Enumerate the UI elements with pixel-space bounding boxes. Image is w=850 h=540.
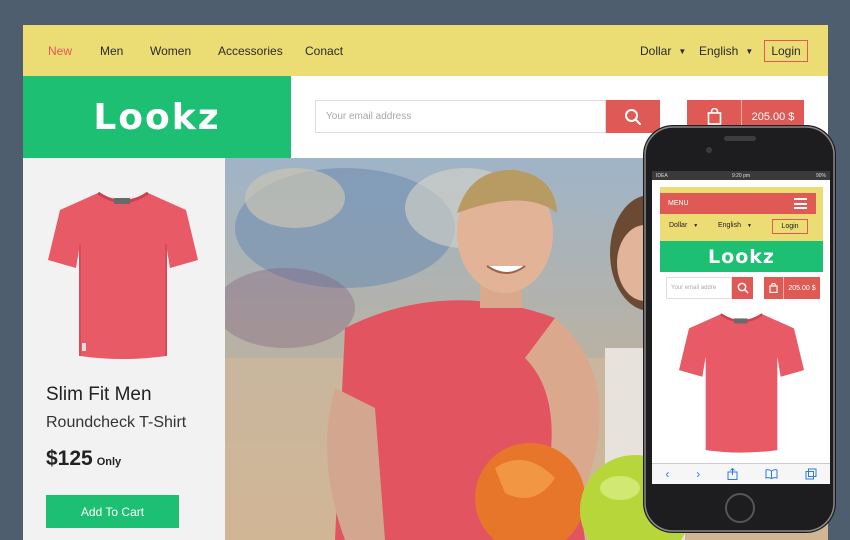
currency-selector[interactable]: Dollar ▼ xyxy=(640,44,686,58)
featured-product-card: Slim Fit Men Roundcheck T-Shirt $125 Only… xyxy=(23,158,225,540)
product-title: Slim Fit Men xyxy=(46,384,152,405)
back-arrow-icon[interactable]: ‹ xyxy=(665,467,669,481)
chevron-down-icon: ▼ xyxy=(746,223,752,229)
mobile-language-selector[interactable]: English ▼ xyxy=(718,222,752,229)
tshirt-product-image[interactable] xyxy=(679,309,804,457)
search-input[interactable] xyxy=(315,100,606,133)
search-bar xyxy=(315,100,660,133)
mobile-login-button[interactable]: Login xyxy=(772,219,808,234)
currency-label: Dollar xyxy=(640,44,672,58)
top-navigation-bar: New Men Women Accessories Conact Dollar ▼… xyxy=(23,25,828,76)
mobile-screen: IDEA 9:20 pm 90% MENU Dollar ▼ English ▼ L… xyxy=(652,171,830,484)
mobile-cart-total: 205.00 $ xyxy=(788,284,816,292)
nav-item-contact[interactable]: Conact xyxy=(305,44,343,58)
mobile-cart-icon-cell xyxy=(764,277,784,299)
mobile-menu-button[interactable]: MENU xyxy=(660,193,816,214)
search-icon xyxy=(625,108,641,125)
mobile-brand-logo[interactable]: Lookz xyxy=(660,241,823,272)
language-label: English xyxy=(699,44,739,58)
hamburger-icon xyxy=(794,198,807,209)
nav-item-new[interactable]: New xyxy=(48,44,72,58)
mobile-menu-label: MENU xyxy=(668,200,689,207)
mobile-search-input[interactable]: Your email addre xyxy=(666,277,732,299)
mobile-browser-toolbar: ‹ › xyxy=(652,463,830,484)
shopping-bag-icon xyxy=(707,108,721,125)
mobile-status-bar: IDEA 9:20 pm 90% xyxy=(652,171,830,180)
chevron-down-icon: ▼ xyxy=(693,223,699,229)
price-note: Only xyxy=(96,456,122,468)
mobile-currency-selector[interactable]: Dollar ▼ xyxy=(669,222,698,229)
chevron-down-icon: ▼ xyxy=(745,47,754,56)
nav-item-men[interactable]: Men xyxy=(100,44,123,58)
mobile-product-image-area xyxy=(660,303,823,463)
mobile-cart-button[interactable]: 205.00 $ xyxy=(764,277,820,299)
price-value: $125 xyxy=(46,447,93,470)
forward-arrow-icon[interactable]: › xyxy=(696,467,700,481)
mobile-currency-label: Dollar xyxy=(669,222,688,229)
nav-item-women[interactable]: Women xyxy=(150,44,191,58)
shopping-bag-icon xyxy=(769,283,778,293)
bookmarks-icon[interactable] xyxy=(765,469,778,479)
login-button[interactable]: Login xyxy=(764,40,808,62)
product-price: $125 Only xyxy=(46,447,121,471)
add-to-cart-button[interactable]: Add To Cart xyxy=(46,495,179,528)
brand-logo[interactable]: Lookz xyxy=(23,76,291,158)
tshirt-product-image[interactable] xyxy=(48,188,198,363)
language-selector[interactable]: English ▼ xyxy=(699,44,753,58)
nav-item-accessories[interactable]: Accessories xyxy=(218,44,283,58)
tabs-icon[interactable] xyxy=(805,468,817,480)
chevron-down-icon: ▼ xyxy=(678,47,687,56)
share-icon[interactable] xyxy=(727,468,738,480)
status-battery: 90% xyxy=(816,172,827,179)
mobile-search-button[interactable] xyxy=(732,277,753,299)
product-subtitle: Roundcheck T-Shirt xyxy=(46,414,187,431)
status-carrier: IDEA xyxy=(656,172,668,179)
mobile-language-label: English xyxy=(718,222,741,229)
logo-text: Lookz xyxy=(93,96,221,138)
status-time: 9:20 pm xyxy=(731,172,751,179)
search-icon xyxy=(737,282,748,294)
mobile-logo-text: Lookz xyxy=(708,245,775,268)
